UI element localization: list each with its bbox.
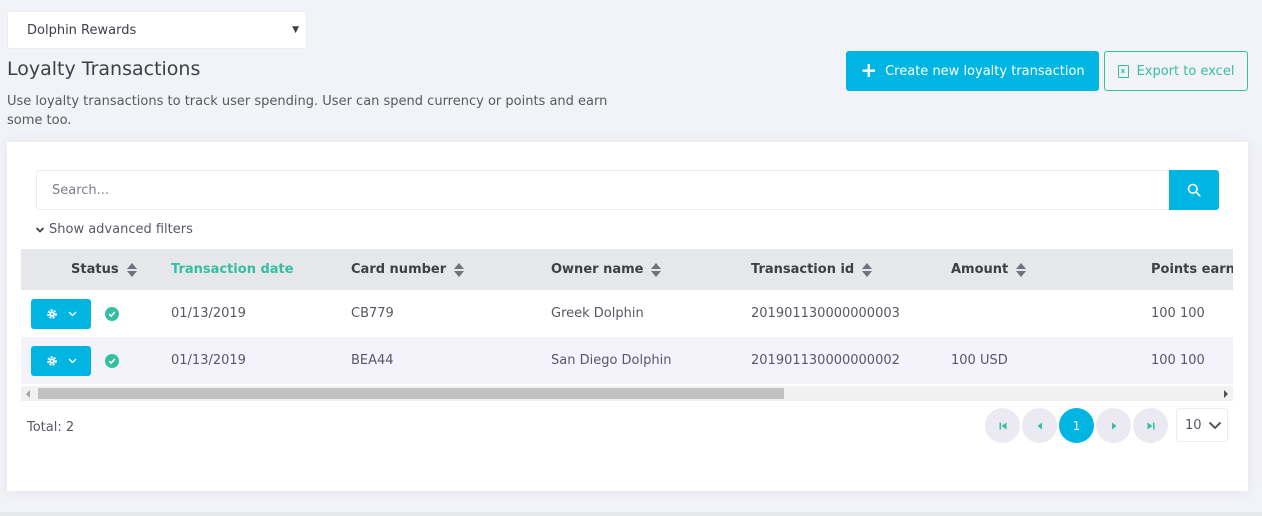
column-header-label: Amount: [951, 262, 1009, 277]
cell-owner-name: Greek Dolphin: [551, 306, 644, 321]
transactions-table: Status Transaction date Card number Owne…: [21, 249, 1233, 401]
column-header-label: Points earned: [1151, 262, 1233, 277]
tenant-select-value: Dolphin Rewards: [27, 22, 137, 38]
gear-icon: [46, 309, 57, 319]
cell-amount: 100 USD: [951, 353, 1008, 368]
caret-down-icon: ▼: [292, 25, 299, 35]
previous-page-button[interactable]: [1022, 408, 1057, 443]
column-header-label: Owner name: [551, 262, 644, 277]
export-excel-label: Export to excel: [1136, 63, 1235, 79]
column-header-transaction-id[interactable]: Transaction id: [751, 249, 873, 290]
sort-icon: [862, 262, 873, 277]
next-page-button[interactable]: [1096, 408, 1131, 443]
tenant-select[interactable]: Dolphin Rewards ▼: [7, 11, 307, 49]
chevron-down-icon: [68, 358, 76, 364]
cell-owner-name: San Diego Dolphin: [551, 353, 672, 368]
plus-icon: +: [860, 58, 878, 82]
cell-transaction-id: 201901130000000002: [751, 353, 900, 368]
first-page-icon: [999, 422, 1006, 429]
column-header-owner-name[interactable]: Owner name: [551, 249, 662, 290]
cell-points-earned: 100 100: [1151, 353, 1205, 368]
status-active-icon: [105, 354, 119, 368]
table-row: 01/13/2019 CB779 Greek Dolphin 201901130…: [21, 290, 1233, 337]
column-header-label: Card number: [351, 262, 447, 277]
cell-points-earned: 100 100: [1151, 306, 1205, 321]
cell-transaction-date: 01/13/2019: [171, 353, 246, 368]
cell-transaction-id: 201901130000000003: [751, 306, 900, 321]
page-button-current[interactable]: 1: [1059, 408, 1094, 443]
export-excel-button[interactable]: x Export to excel: [1104, 51, 1248, 91]
cell-card-number: BEA44: [351, 353, 394, 368]
scroll-right-arrow-icon[interactable]: [1224, 390, 1228, 398]
create-transaction-button[interactable]: + Create new loyalty transaction: [846, 51, 1099, 91]
advanced-filters-toggle[interactable]: Show advanced filters: [35, 222, 193, 237]
search-button[interactable]: [1169, 170, 1219, 210]
table-row: 01/13/2019 BEA44 San Diego Dolphin 20190…: [21, 337, 1233, 384]
sort-icon: [454, 262, 465, 277]
cell-card-number: CB779: [351, 306, 394, 321]
last-page-button[interactable]: [1133, 408, 1168, 443]
page-size-select[interactable]: 10: [1176, 408, 1228, 442]
chevron-down-icon: [35, 226, 45, 233]
advanced-filters-label: Show advanced filters: [49, 222, 193, 237]
create-transaction-label: Create new loyalty transaction: [885, 63, 1085, 79]
column-header-card-number[interactable]: Card number: [351, 249, 465, 290]
horizontal-scrollbar[interactable]: [21, 386, 1233, 401]
bottom-divider: [0, 512, 1262, 516]
status-active-icon: [105, 307, 119, 321]
chevron-down-icon: [1208, 421, 1221, 429]
column-header-label: Transaction date: [171, 262, 294, 277]
column-header-amount[interactable]: Amount: [951, 249, 1027, 290]
search-bar: [36, 170, 1219, 210]
gear-icon: [46, 356, 57, 366]
column-header-label: Transaction id: [751, 262, 855, 277]
search-input[interactable]: [37, 171, 1170, 209]
transactions-card: Show advanced filters Status Transaction…: [7, 142, 1248, 491]
search-icon: [1187, 183, 1201, 197]
page-title: Loyalty Transactions: [7, 58, 201, 80]
sort-icon: [126, 262, 137, 277]
row-actions-button[interactable]: [31, 346, 91, 376]
sort-icon: [651, 262, 662, 277]
excel-file-icon: x: [1117, 64, 1129, 78]
page-description: Use loyalty transactions to track user s…: [7, 94, 608, 128]
table-header: Status Transaction date Card number Owne…: [21, 249, 1233, 290]
column-header-label: Status: [71, 262, 119, 277]
chevron-down-icon: [68, 311, 76, 317]
column-header-status[interactable]: Status: [71, 249, 137, 290]
scrollbar-thumb[interactable]: [38, 388, 784, 399]
previous-page-icon: [1037, 422, 1042, 429]
cell-transaction-date: 01/13/2019: [171, 306, 246, 321]
first-page-button[interactable]: [985, 408, 1020, 443]
total-count: Total: 2: [27, 420, 75, 435]
column-header-points-earned[interactable]: Points earned: [1151, 249, 1233, 290]
last-page-icon: [1147, 422, 1154, 429]
next-page-icon: [1111, 422, 1116, 429]
sort-icon: [1016, 262, 1027, 277]
scroll-left-arrow-icon[interactable]: [26, 390, 30, 398]
row-actions-button[interactable]: [31, 299, 91, 329]
column-header-transaction-date[interactable]: Transaction date: [171, 249, 294, 290]
page-size-value: 10: [1185, 417, 1202, 433]
